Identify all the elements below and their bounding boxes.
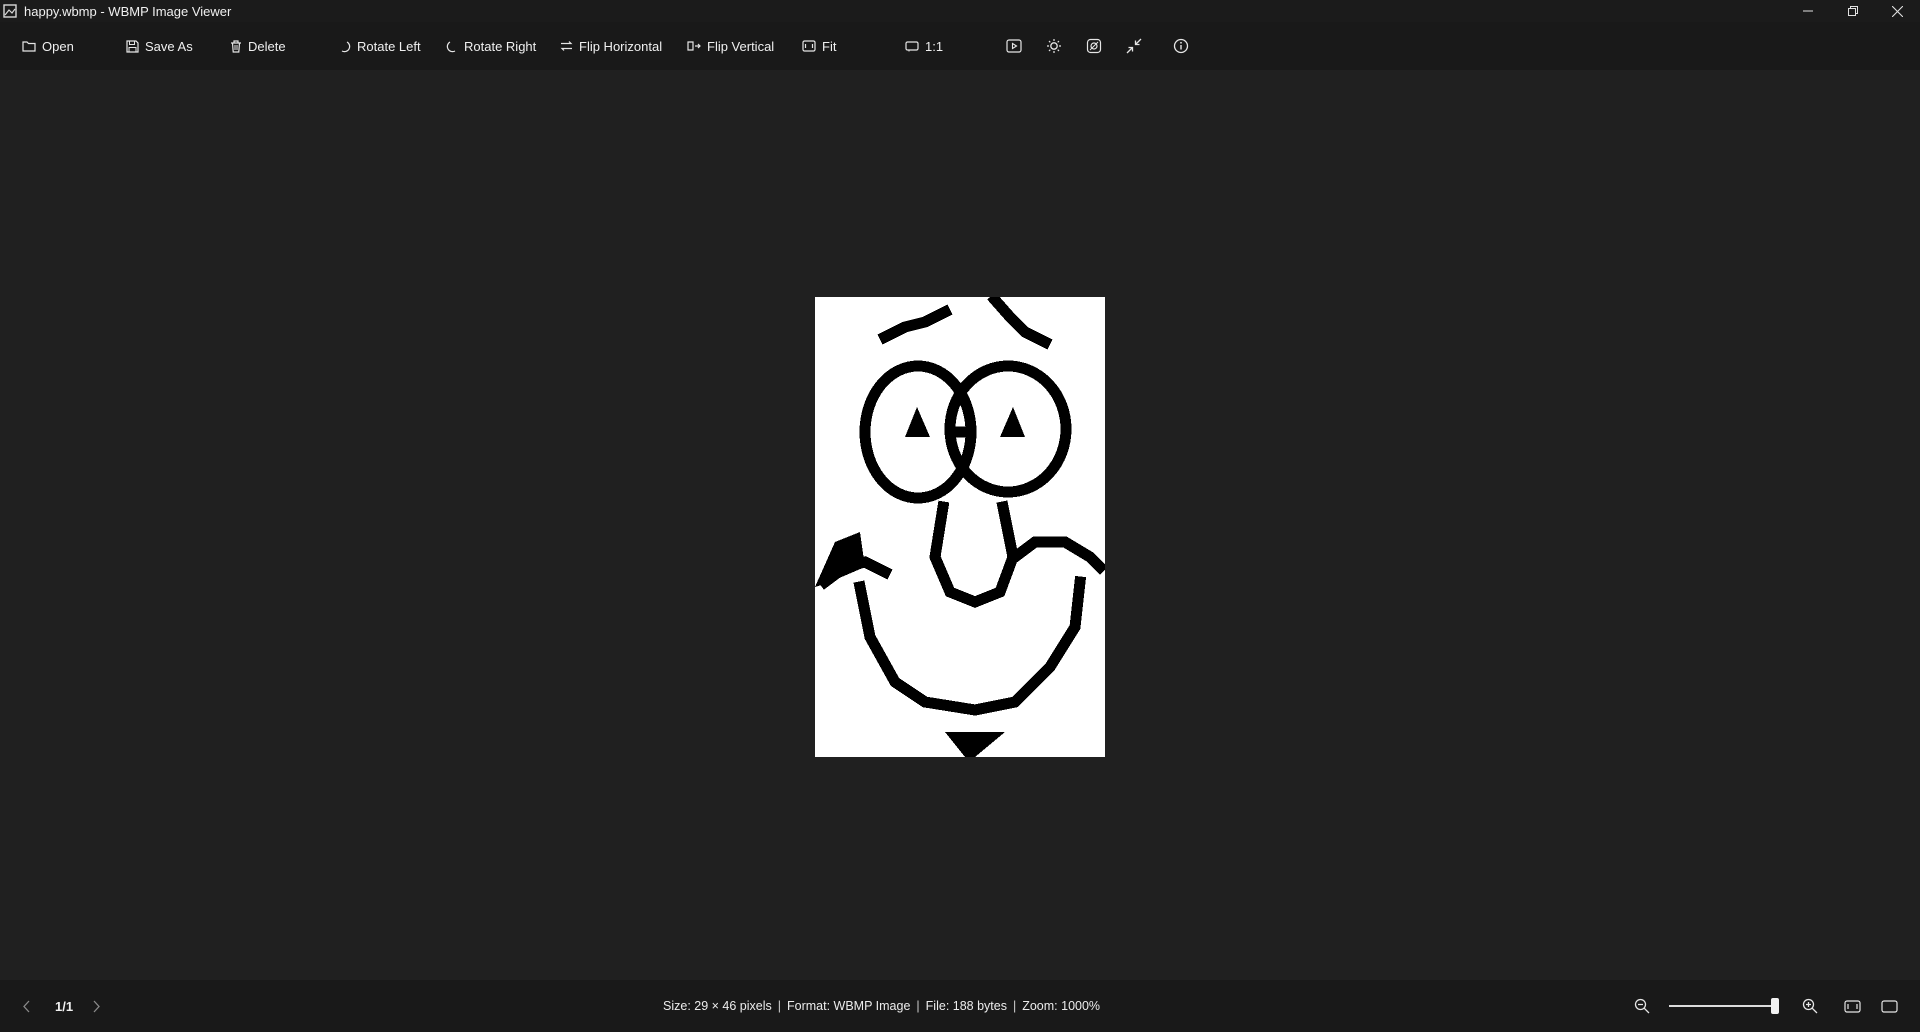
- page-counter: 1/1: [55, 998, 74, 1014]
- trash-icon: [231, 39, 241, 53]
- slideshow-icon: [1006, 39, 1022, 53]
- exit-fullscreen-button[interactable]: [1126, 22, 1142, 70]
- minimize-button[interactable]: [1785, 0, 1830, 22]
- flip-horizontal-button[interactable]: Flip Horizontal: [560, 22, 662, 70]
- edit-image-button[interactable]: [1086, 22, 1102, 70]
- image-display: [815, 297, 1105, 757]
- actual-size-icon: [905, 40, 919, 51]
- actual-size-label: 1:1: [925, 38, 944, 54]
- status-bar: 1/1 Size: 29 × 46 pixels | Format: WBMP …: [0, 980, 1920, 1032]
- zoom-slider-thumb[interactable]: [1771, 998, 1779, 1014]
- separator: |: [777, 999, 781, 1013]
- open-label: Open: [42, 38, 74, 54]
- chevron-left-icon: [23, 1000, 30, 1012]
- rotate-left-icon: [341, 40, 351, 52]
- open-button[interactable]: Open: [22, 22, 74, 70]
- save-as-button[interactable]: Save As: [126, 22, 193, 70]
- chevron-right-icon: [93, 1000, 100, 1012]
- delete-button[interactable]: Delete: [230, 22, 286, 70]
- save-as-label: Save As: [145, 38, 193, 54]
- app-icon: [2, 3, 18, 19]
- rotate-right-button[interactable]: Rotate Right: [446, 22, 536, 70]
- image-format: Format: WBMP Image: [787, 999, 911, 1013]
- zoom-level: Zoom: 1000%: [1022, 999, 1101, 1013]
- title-bar: happy.wbmp - WBMP Image Viewer: [0, 0, 1920, 22]
- happy-face-image: [815, 297, 1105, 757]
- folder-icon: [22, 41, 36, 52]
- actual-size-button[interactable]: 1:1: [905, 22, 943, 70]
- flip-vertical-button[interactable]: Flip Vertical: [687, 22, 774, 70]
- zoom-out-icon: [1634, 998, 1650, 1014]
- brightness-icon: [1047, 39, 1061, 53]
- fit-button[interactable]: Fit: [802, 22, 836, 70]
- image-size: Size: 29 × 46 pixels: [663, 999, 772, 1013]
- zoom-out-button[interactable]: [1634, 980, 1650, 1032]
- zoom-in-button[interactable]: [1802, 980, 1818, 1032]
- fit-label: Fit: [822, 38, 837, 54]
- fullscreen-icon: [1881, 999, 1898, 1013]
- previous-button[interactable]: [22, 980, 31, 1032]
- rotate-right-label: Rotate Right: [464, 38, 537, 54]
- file-size: File: 188 bytes: [925, 999, 1007, 1013]
- exit-fullscreen-icon: [1126, 38, 1142, 54]
- zoom-slider-track[interactable]: [1669, 1005, 1779, 1007]
- image-info: Size: 29 × 46 pixels | Format: WBMP Imag…: [663, 980, 1100, 1032]
- fit-to-window-button[interactable]: [1844, 980, 1861, 1032]
- fullscreen-button[interactable]: [1881, 980, 1898, 1032]
- toolbar: Open Save As Delete Rotate Left Rotate R…: [0, 22, 1920, 70]
- close-button[interactable]: [1875, 0, 1920, 22]
- brightness-button[interactable]: [1046, 22, 1062, 70]
- rotate-left-button[interactable]: Rotate Left: [339, 22, 421, 70]
- zoom-in-icon: [1802, 998, 1818, 1014]
- info-icon: [1173, 38, 1189, 54]
- slideshow-button[interactable]: [1006, 22, 1022, 70]
- edit-image-icon: [1086, 38, 1102, 54]
- flip-horizontal-icon: [560, 41, 573, 51]
- next-button[interactable]: [92, 980, 101, 1032]
- flip-vertical-label: Flip Vertical: [707, 38, 775, 54]
- fit-to-window-icon: [1844, 999, 1861, 1013]
- rotate-right-icon: [446, 40, 456, 52]
- save-icon: [126, 39, 139, 53]
- delete-label: Delete: [248, 38, 286, 54]
- window-title: happy.wbmp - WBMP Image Viewer: [24, 3, 232, 19]
- restore-button[interactable]: [1830, 0, 1875, 22]
- flip-horizontal-label: Flip Horizontal: [579, 38, 663, 54]
- image-canvas[interactable]: [0, 70, 1920, 980]
- info-button[interactable]: [1173, 22, 1189, 70]
- separator: |: [916, 999, 920, 1013]
- fit-icon: [802, 40, 816, 52]
- flip-vertical-icon: [687, 41, 701, 51]
- separator: |: [1012, 999, 1017, 1013]
- rotate-left-label: Rotate Left: [357, 38, 421, 54]
